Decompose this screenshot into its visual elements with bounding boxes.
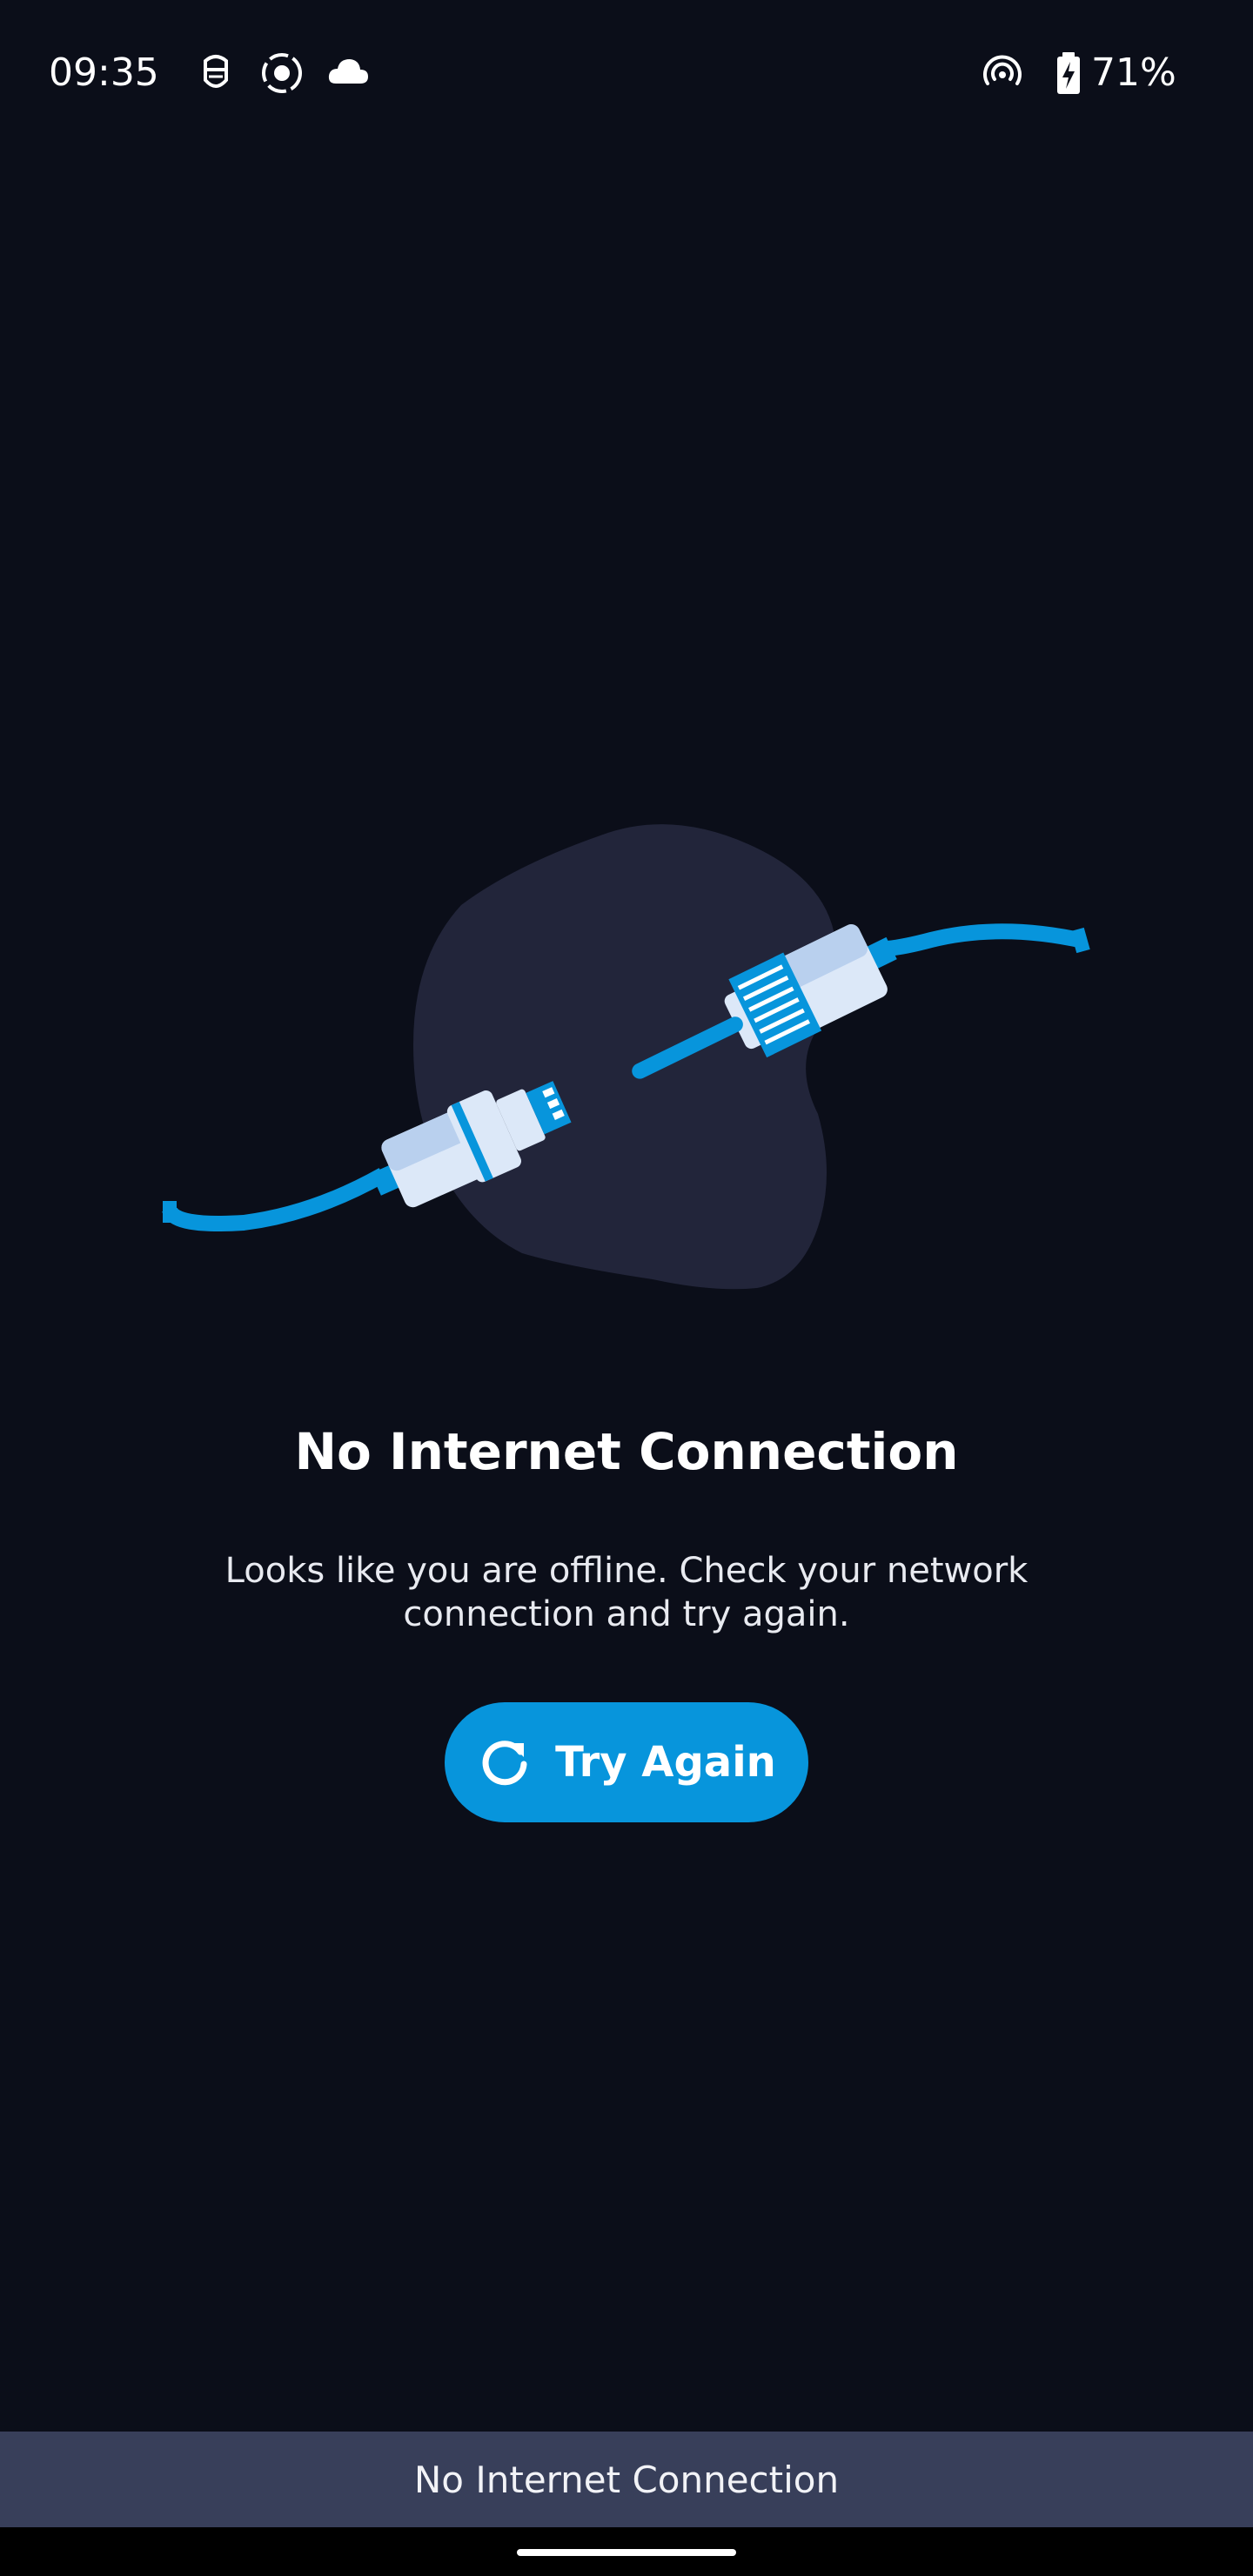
error-message: Looks like you are offline. Check your n… (224, 1551, 1029, 1634)
unplugged-cable-illustration (162, 824, 1090, 1290)
try-again-button[interactable]: Try Again (445, 1702, 808, 1822)
try-again-label: Try Again (555, 1738, 776, 1787)
error-title: No Internet Connection (294, 1422, 959, 1481)
snackbar-text: No Internet Connection (413, 2458, 840, 2501)
screen-record-icon (262, 53, 302, 93)
battery-charging-icon (1057, 52, 1080, 94)
illustration-blob (413, 824, 836, 1290)
home-indicator[interactable] (517, 2549, 736, 2556)
refresh-icon (482, 1741, 527, 1786)
left-cable (162, 1168, 387, 1231)
no-connection-screen: 09:35 71% No Internet Connection Looks l… (0, 0, 1253, 2576)
right-cable (887, 923, 1085, 956)
status-bar: 09:35 71% (0, 0, 1253, 148)
battery-percent: 71% (1091, 50, 1176, 95)
face-mask-icon (204, 55, 228, 88)
snackbar: No Internet Connection (0, 2432, 1253, 2527)
cloud-icon (328, 59, 368, 84)
hotspot-icon (983, 55, 1022, 85)
status-time: 09:35 (49, 50, 159, 95)
